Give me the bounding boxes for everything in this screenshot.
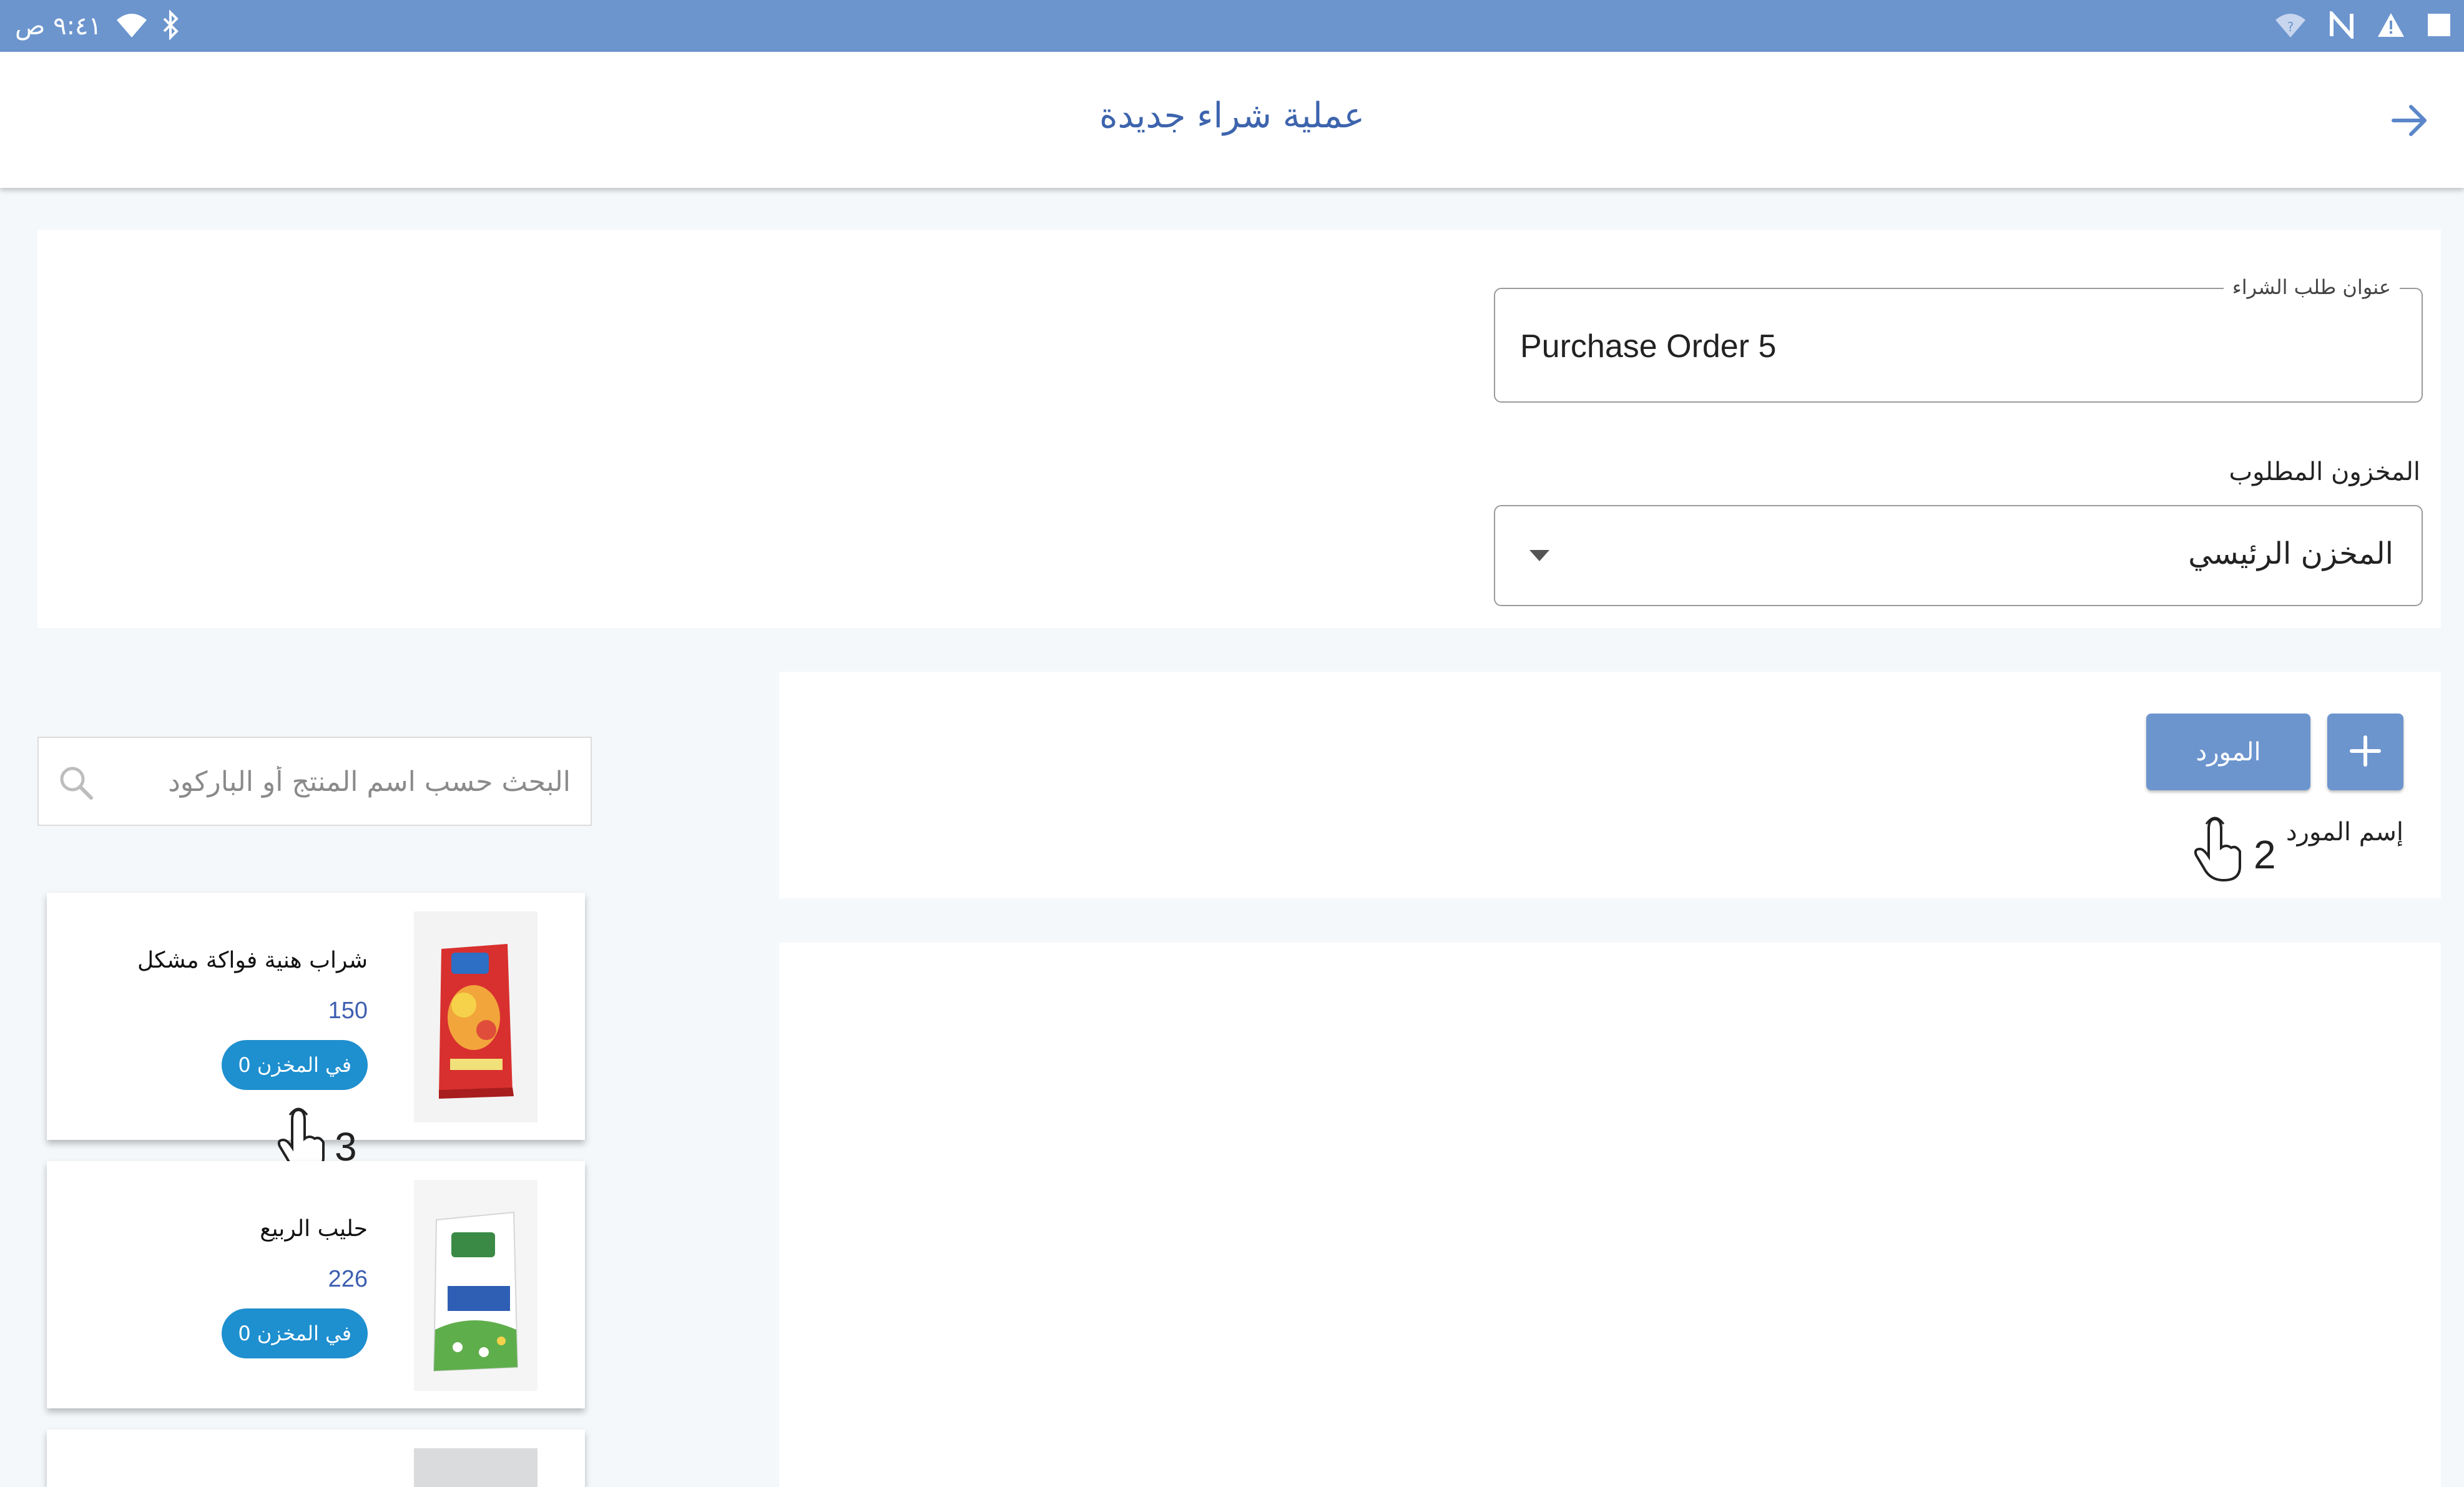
product-price: 150 <box>328 998 368 1024</box>
tutorial-step-2: 2 <box>2254 832 2276 877</box>
dropdown-caret-icon <box>1529 550 1549 561</box>
product-name: شراب هنية فواكة مشكل <box>137 948 368 973</box>
search-input[interactable] <box>89 738 572 826</box>
status-time: ٩:٤١ ص <box>15 11 102 41</box>
arrow-right-icon <box>2385 105 2435 148</box>
nfc-icon <box>2328 8 2355 41</box>
stock-badge[interactable]: 0 في المخزن <box>222 1308 368 1358</box>
plus-icon <box>2348 734 2383 771</box>
square-icon <box>2427 12 2452 40</box>
product-image <box>414 1180 537 1391</box>
supplier-name-label: إسم المورد <box>2285 818 2403 847</box>
warehouse-value: المخزن الرئيسي <box>2188 536 2393 571</box>
order-form-card: عنوان طلب الشراء Purchase Order 5 المخزو… <box>37 230 2441 628</box>
app-bar: عملية شراء جديدة <box>0 52 2464 188</box>
product-name: حليب الربيع <box>260 1216 368 1242</box>
product-price: 226 <box>328 1266 368 1292</box>
tap-hand-icon <box>2191 815 2247 886</box>
stock-badge[interactable]: 0 في المخزن <box>222 1040 368 1090</box>
back-button[interactable] <box>2385 96 2435 145</box>
warehouse-select[interactable]: المخزن الرئيسي <box>1494 505 2423 606</box>
bluetooth-icon <box>162 9 180 42</box>
purchase-items-card <box>779 943 2441 1487</box>
order-title-field[interactable]: عنوان طلب الشراء Purchase Order 5 <box>1494 275 2423 403</box>
supplier-card: المورد إسم المورد 2 <box>779 672 2441 898</box>
product-image <box>414 1448 537 1487</box>
warning-icon <box>2377 12 2405 41</box>
status-bar: ٩:٤١ ص ? <box>0 0 2464 52</box>
product-search-box[interactable] <box>37 737 592 826</box>
order-title-label: عنوان طلب الشراء <box>2223 275 2400 299</box>
wifi-icon <box>115 11 148 41</box>
add-supplier-button[interactable] <box>2327 714 2403 790</box>
product-image <box>414 911 537 1122</box>
order-title-value: Purchase Order 5 <box>1520 328 1777 365</box>
product-card[interactable]: حليب الربيع 226 0 في المخزن <box>47 1161 585 1408</box>
product-card[interactable]: شراب هنية فواكة مشكل 150 0 في المخزن <box>47 893 585 1140</box>
svg-text:?: ? <box>2287 19 2294 34</box>
wifi-unknown-icon: ? <box>2274 11 2307 41</box>
page-title: عملية شراء جديدة <box>1099 96 1365 136</box>
product-card[interactable] <box>47 1430 585 1487</box>
warehouse-label: المخزون المطلوب <box>2229 458 2420 486</box>
select-supplier-button[interactable]: المورد <box>2146 714 2310 790</box>
